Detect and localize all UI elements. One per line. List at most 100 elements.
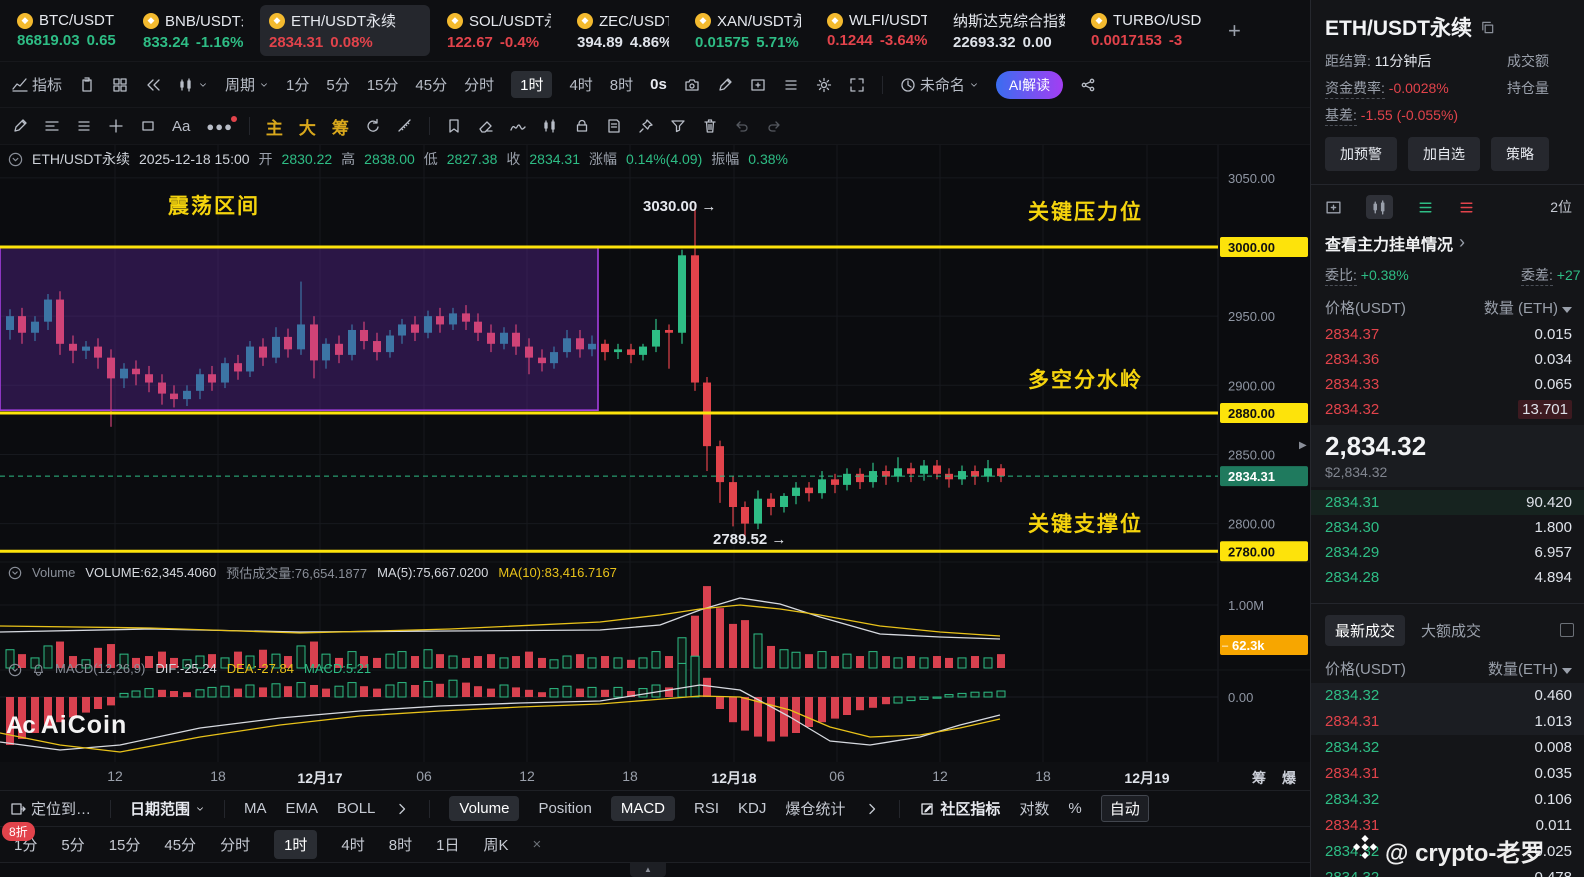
filter-button[interactable] — [670, 118, 686, 134]
more-sub-indicators[interactable] — [864, 801, 880, 817]
ticker-eth-usdt-[interactable]: ◆ ETH/USDT永续 2834.31 0.08% — [260, 5, 430, 56]
indicator-position[interactable]: Position — [538, 800, 591, 817]
ticker-sol-usdt-[interactable]: ◆ SOL/USDT永续 122.67 -0.4% — [438, 5, 560, 56]
orderbook-qty-col[interactable]: 数量 (ETH) — [1484, 297, 1572, 318]
lock-button[interactable] — [574, 118, 590, 134]
tf-1h[interactable]: 1时 — [511, 71, 553, 98]
indicator-rsi[interactable]: RSI — [694, 800, 719, 817]
panel-collapse-arrow[interactable]: ▶ — [1299, 440, 1307, 451]
tab-large-trades[interactable]: 大额成交 — [1421, 620, 1481, 641]
more-main-indicators[interactable] — [394, 801, 410, 817]
btf-45min[interactable]: 45分 — [164, 834, 196, 855]
chart-type-button[interactable] — [178, 77, 208, 93]
chip-distribution-toggle[interactable]: 筹 — [332, 114, 349, 139]
delete-button[interactable] — [702, 118, 718, 134]
playback-button[interactable] — [145, 77, 161, 93]
indicator-liquidation[interactable]: 爆仓统计 — [785, 798, 845, 819]
tab-latest-trades[interactable]: 最新成交 — [1325, 614, 1406, 646]
axis-toggle-爆[interactable]: 爆 — [1282, 768, 1296, 788]
tf-8h[interactable]: 8时 — [610, 74, 633, 95]
template-dropdown[interactable]: 未命名 — [900, 74, 979, 95]
main-orders-link[interactable]: 查看主力挂单情况 › — [1325, 231, 1584, 255]
log-scale-toggle[interactable]: 对数 — [1019, 798, 1049, 819]
trades-qty-col[interactable]: 数量(ETH) — [1488, 658, 1572, 679]
period-dropdown[interactable]: 周期 — [225, 74, 269, 95]
indicator-ema[interactable]: EMA — [286, 800, 319, 817]
ticker-btc-usdt[interactable]: ◆ BTC/USDT 86819.03 0.65 — [8, 7, 126, 54]
draw-line-button[interactable] — [12, 118, 28, 134]
add-window-button[interactable] — [750, 77, 766, 93]
add-pane-icon[interactable] — [1325, 198, 1342, 216]
chevron-circle-icon[interactable] — [8, 565, 22, 581]
tf-15min[interactable]: 15分 — [367, 74, 399, 95]
hline-tool-button[interactable] — [44, 118, 60, 134]
more-tools-button[interactable]: ●●● — [206, 115, 237, 134]
draw-button[interactable] — [717, 77, 733, 93]
auto-scale-toggle[interactable]: 自动 — [1100, 795, 1149, 822]
date-range-dropdown[interactable]: 日期范围 — [130, 798, 205, 819]
indicator-macd[interactable]: MACD — [610, 796, 675, 821]
tf-4h[interactable]: 4时 — [569, 74, 592, 95]
brush-button[interactable] — [510, 118, 526, 134]
measure-button[interactable] — [397, 118, 413, 134]
percent-scale-toggle[interactable]: % — [1068, 800, 1081, 817]
ticker-wlfi-usdt[interactable]: ◆ WLFI/USDT 0.1244 -3.64% — [818, 7, 936, 54]
add-ticker-button[interactable]: + — [1218, 18, 1251, 44]
bid-row[interactable]: 2834.28 4.894 — [1325, 565, 1584, 590]
locate-button[interactable]: 定位到… — [10, 798, 91, 819]
indicator-boll[interactable]: BOLL — [337, 800, 375, 817]
bid-row[interactable]: 2834.31 90.420 — [1311, 489, 1584, 515]
multi-chart-button[interactable] — [112, 77, 128, 93]
tf-1min[interactable]: 1分 — [286, 74, 309, 95]
candle-mark-button[interactable] — [542, 118, 558, 134]
rect-tool-button[interactable] — [140, 118, 156, 134]
bid-row[interactable]: 2834.29 6.957 — [1325, 540, 1584, 565]
indicators-button[interactable]: 指标 — [12, 74, 62, 95]
add-alert-button[interactable]: 加预警 — [1325, 137, 1397, 171]
ticker-zec-usdt-[interactable]: ◆ ZEC/USDT永续 394.89 4.86% — [568, 5, 678, 56]
chevron-circle-icon[interactable] — [8, 151, 23, 168]
layout-button[interactable] — [79, 76, 95, 93]
pin-button[interactable] — [638, 118, 654, 134]
redo-button[interactable] — [766, 118, 782, 134]
tf-5min[interactable]: 5分 — [326, 74, 349, 95]
asks-only-icon[interactable] — [1458, 198, 1475, 216]
volume-indicator-name[interactable]: Volume — [32, 565, 75, 580]
btf-timeline[interactable]: 分时 — [220, 834, 250, 855]
ask-row[interactable]: 2834.37 0.015 — [1325, 322, 1584, 347]
btf-1d[interactable]: 1日 — [436, 834, 459, 855]
add-watchlist-button[interactable]: 加自选 — [1408, 137, 1480, 171]
watchlist-button[interactable] — [783, 77, 799, 93]
macd-indicator-name[interactable]: MACD(12,26,9) — [55, 661, 145, 676]
btf-8h[interactable]: 8时 — [389, 834, 412, 855]
chevron-circle-icon[interactable] — [8, 661, 22, 677]
ask-row[interactable]: 2834.36 0.034 — [1325, 347, 1584, 372]
strategy-button[interactable]: 策略 — [1491, 137, 1549, 171]
btf-4h[interactable]: 4时 — [341, 834, 364, 855]
note-button[interactable] — [606, 118, 622, 134]
orderbook-depth-icon[interactable] — [1366, 195, 1393, 219]
btf-15min[interactable]: 15分 — [109, 834, 141, 855]
indicator-kdj[interactable]: KDJ — [738, 800, 766, 817]
cross-tool-button[interactable] — [108, 118, 124, 134]
tf-45min[interactable]: 45分 — [415, 74, 447, 95]
main-chart-toggle[interactable]: 主 — [266, 114, 283, 139]
parallel-tool-button[interactable] — [76, 118, 92, 134]
ask-row[interactable]: 2834.32 13.701 — [1325, 397, 1584, 422]
copy-icon[interactable] — [1480, 15, 1495, 39]
time-axis[interactable]: 12 18 12月17 06 12 18 12月18 06 12 18 12月19 筹爆 — [0, 762, 1310, 790]
bookmark-button[interactable] — [446, 118, 462, 134]
text-tool-button[interactable]: Aa — [172, 118, 190, 135]
bell-icon[interactable] — [32, 661, 45, 677]
indicator-volume[interactable]: Volume — [449, 796, 520, 821]
community-indicators-button[interactable]: 社区指标 — [919, 798, 1000, 819]
btf-close[interactable]: × — [532, 836, 541, 853]
axis-toggle-筹[interactable]: 筹 — [1252, 768, 1266, 788]
fullscreen-button[interactable] — [849, 77, 865, 93]
btf-1w[interactable]: 周K — [483, 834, 508, 855]
screenshot-button[interactable] — [684, 77, 700, 93]
bid-row[interactable]: 2834.30 1.800 — [1325, 515, 1584, 540]
collapse-handle[interactable]: ▲ — [630, 863, 666, 877]
countdown-label[interactable]: 0s — [650, 76, 667, 93]
btf-5min[interactable]: 5分 — [61, 834, 84, 855]
